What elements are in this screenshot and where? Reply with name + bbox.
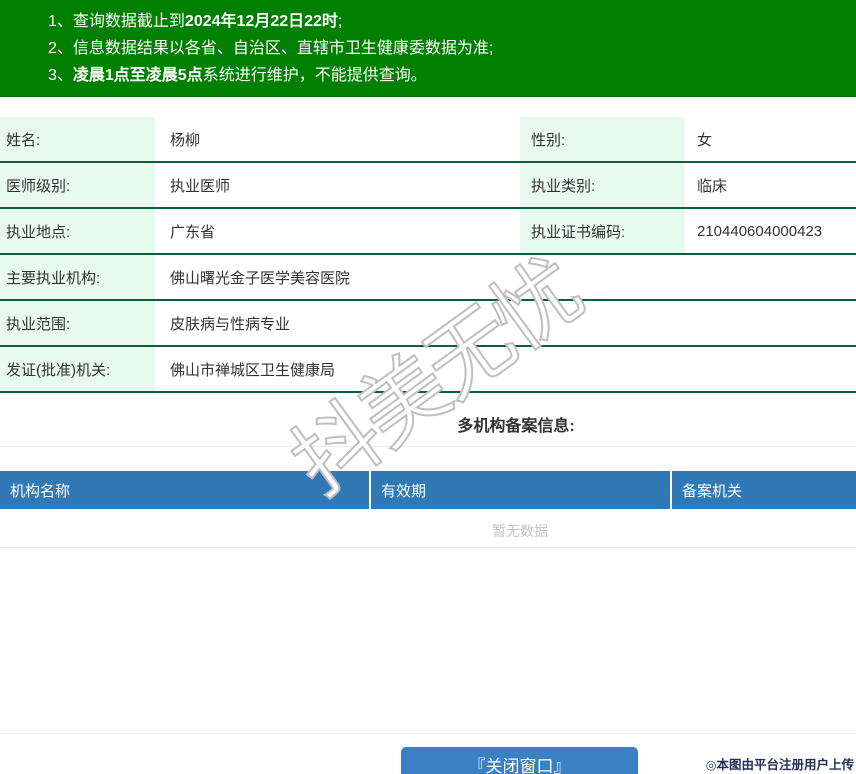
field-value-practice-location: 广东省 [170,223,216,241]
field-value-gender: 女 [697,131,713,149]
table-row: 发证(批准)机关: 佛山市禅城区卫生健康局 [0,347,856,393]
multi-institution-section-title: 多机构备案信息: [457,418,575,435]
field-value-name: 杨柳 [170,131,201,149]
table-row: 执业地点: 广东省 执业证书编码: 210440604000423 [0,209,856,255]
notice-3-suffix: 系统进行维护，不能提供查询。 [202,67,427,84]
doctor-registration-query-page: 1、查询数据截止到2024年12月22日22时; 2、信息数据结果以各省、自治区… [0,0,856,774]
record-table-header: 机构名称 有效期 备案机关 [0,471,856,509]
table-row: 姓名: 杨柳 性别: 女 [0,117,856,163]
table-row: 主要执业机构: 佛山曙光金子医学美容医院 [0,255,856,301]
notice-1-bold: 2024年12月22日22时 [184,13,338,30]
notice-2-number: 2、 [48,40,73,57]
field-value-main-institution: 佛山曙光金子医学美容医院 [170,269,351,287]
field-label-certificate-number: 执业证书编码: [520,209,685,253]
field-value-certificate-number: 210440604000423 [697,222,823,240]
field-label-issuing-authority: 发证(批准)机关: [0,347,155,391]
notice-banner: 1、查询数据截止到2024年12月22日22时; 2、信息数据结果以各省、自治区… [0,0,856,97]
field-label-practice-location: 执业地点: [0,209,155,253]
notice-line-2: 2、信息数据结果以各省、自治区、直辖市卫生健康委数据为准; [48,35,856,62]
close-window-button[interactable]: 『关闭窗口』 [401,747,638,774]
field-label-practice-category: 执业类别: [520,163,685,207]
column-header-validity-period: 有效期 [371,471,670,509]
field-label-gender: 性别: [520,117,685,161]
column-header-record-authority: 备案机关 [672,471,856,509]
notice-3-number: 3、 [48,67,73,84]
divider [0,733,856,734]
notice-line-3: 3、凌晨1点至凌晨5点系统进行维护，不能提供查询。 [48,62,856,89]
table-row: 执业范围: 皮肤病与性病专业 [0,301,856,347]
field-value-issuing-authority: 佛山市禅城区卫生健康局 [170,361,336,379]
empty-data-text: 暂无数据 [492,523,548,539]
column-header-institution-name: 机构名称 [0,471,369,509]
notice-3-bold: 凌晨1点至凌晨5点 [72,67,203,84]
field-label-practice-scope: 执业范围: [0,301,155,345]
notice-line-1: 1、查询数据截止到2024年12月22日22时; [48,8,856,35]
practitioner-info-table: 姓名: 杨柳 性别: 女 医师级别: 执业医师 执业类别: 临床 执业地点: 广… [0,117,856,393]
divider [0,547,856,548]
field-value-practice-scope: 皮肤病与性病专业 [170,315,291,333]
divider [0,446,856,447]
notice-1-suffix: ; [337,13,343,30]
table-row: 医师级别: 执业医师 执业类别: 临床 [0,163,856,209]
field-label-main-institution: 主要执业机构: [0,255,155,299]
upload-credit-text: ◎本图由平台注册用户上传 [705,758,854,772]
notice-1-text: 查询数据截止到 [72,13,185,30]
field-label-name: 姓名: [0,117,155,161]
notice-2-text: 信息数据结果以各省、自治区、直辖市卫生健康委数据为准; [72,40,494,57]
notice-1-number: 1、 [48,13,73,30]
field-label-doctor-level: 医师级别: [0,163,155,207]
field-value-doctor-level: 执业医师 [170,177,231,195]
field-value-practice-category: 临床 [697,177,728,195]
